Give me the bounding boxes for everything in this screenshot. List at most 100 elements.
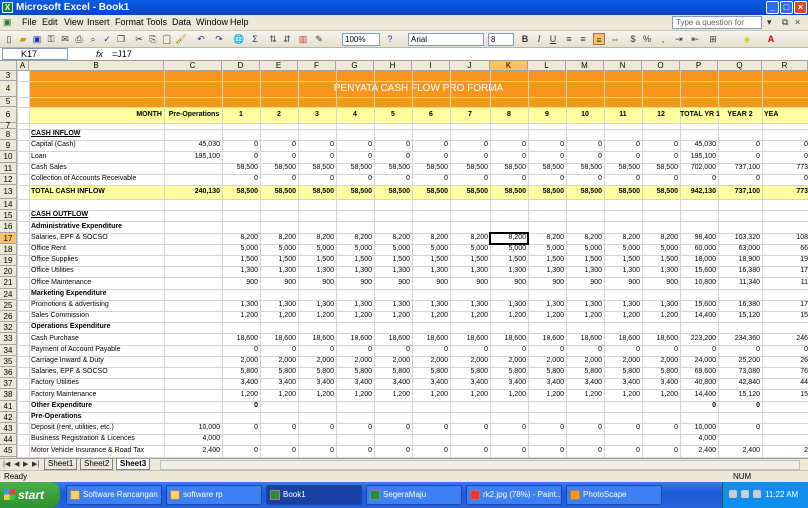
column-header-c[interactable]: C xyxy=(164,61,222,71)
formula-input[interactable]: =J17 xyxy=(112,48,132,60)
row-header[interactable]: 10 xyxy=(0,151,17,163)
task-segeramaju[interactable]: SegeraMaju xyxy=(366,485,462,505)
prev-sheet-icon[interactable]: ◀ xyxy=(14,460,19,468)
network-icon[interactable] xyxy=(729,490,737,498)
row-header[interactable]: 13 xyxy=(0,185,17,199)
align-center-icon[interactable]: ≡ xyxy=(577,33,589,45)
row-header[interactable]: 9 xyxy=(0,140,17,152)
row-header[interactable]: 37 xyxy=(0,378,17,390)
security-icon[interactable] xyxy=(753,490,761,498)
row-header[interactable]: 25 xyxy=(0,299,17,311)
column-header-b[interactable]: B xyxy=(29,61,164,71)
sort-ascending-icon[interactable]: ⇅ xyxy=(267,33,279,45)
help-icon[interactable]: ? xyxy=(384,33,396,45)
row-header[interactable]: 33 xyxy=(0,333,17,345)
column-header-d[interactable]: D xyxy=(222,61,260,71)
percent-button[interactable]: % xyxy=(641,33,653,45)
row-header[interactable]: 35 xyxy=(0,355,17,367)
task-software-rp[interactable]: software rp xyxy=(166,485,262,505)
new-icon[interactable]: ▯ xyxy=(3,33,15,45)
column-header-r[interactable]: R xyxy=(762,61,808,71)
tab-sheet3[interactable]: Sheet3 xyxy=(116,459,151,470)
column-header-e[interactable]: E xyxy=(260,61,298,71)
menu-file[interactable]: File xyxy=(22,17,37,27)
tab-sheet2[interactable]: Sheet2 xyxy=(80,459,114,470)
row-header[interactable]: 20 xyxy=(0,266,17,278)
restore-doc-icon[interactable]: ⧉ xyxy=(782,17,788,28)
font-size-select[interactable]: 8 xyxy=(488,33,514,46)
open-icon[interactable]: ▰ xyxy=(17,33,29,45)
menu-insert[interactable]: Insert xyxy=(87,17,110,27)
email-icon[interactable]: ✉ xyxy=(59,33,71,45)
row-header[interactable]: 44 xyxy=(0,434,17,446)
task-software-rancangan[interactable]: Software Rancangan ... xyxy=(66,485,162,505)
start-button[interactable]: start xyxy=(0,482,60,508)
column-header-f[interactable]: F xyxy=(298,61,336,71)
column-header-a[interactable]: A xyxy=(17,61,29,71)
fill-color-icon[interactable]: ◈ xyxy=(741,33,753,45)
help-dropdown-icon[interactable]: ▾ xyxy=(767,17,772,28)
hyperlink-icon[interactable]: 🌐 xyxy=(233,33,245,45)
row-header[interactable]: 15 xyxy=(0,210,17,222)
copy-icon[interactable]: ⎘ xyxy=(147,33,159,45)
row-header[interactable]: 4 xyxy=(0,81,17,97)
menu-data[interactable]: Data xyxy=(172,17,191,27)
task-book1[interactable]: Book1 xyxy=(266,485,362,505)
column-header-l[interactable]: L xyxy=(528,61,566,71)
row-header[interactable]: 11 xyxy=(0,162,17,174)
drawing-icon[interactable]: ✎ xyxy=(313,33,325,45)
select-all-corner[interactable] xyxy=(0,61,17,71)
align-right-icon[interactable]: ≡ xyxy=(593,33,605,45)
print-preview-icon[interactable]: ⌕ xyxy=(87,33,99,45)
row-header[interactable]: 12 xyxy=(0,173,17,185)
row-header[interactable]: 19 xyxy=(0,255,17,267)
row-header[interactable]: 43 xyxy=(0,423,17,435)
task-paint[interactable]: rk2.jpg (78%) - Paint... xyxy=(466,485,562,505)
row-header[interactable]: 24 xyxy=(0,288,17,300)
insert-function-icon[interactable]: fx xyxy=(96,48,103,60)
comma-style-icon[interactable]: , xyxy=(657,33,669,45)
menu-window[interactable]: Window xyxy=(196,17,228,27)
task-photoscape[interactable]: PhotoScape xyxy=(566,485,662,505)
menu-tools[interactable]: Tools xyxy=(146,17,167,27)
row-header[interactable]: 3 xyxy=(0,71,17,81)
increase-indent-icon[interactable]: ⇥ xyxy=(673,33,685,45)
borders-icon[interactable]: ⊞ xyxy=(707,33,719,45)
row-header[interactable]: 8 xyxy=(0,129,17,141)
undo-icon[interactable]: ↶ xyxy=(195,33,207,45)
close-doc-icon[interactable]: × xyxy=(795,17,800,27)
autosum-icon[interactable]: Σ xyxy=(249,33,261,45)
tab-sheet1[interactable]: Sheet1 xyxy=(44,459,78,470)
volume-icon[interactable] xyxy=(741,490,749,498)
row-header[interactable]: 41 xyxy=(0,400,17,412)
italic-button[interactable]: I xyxy=(533,33,545,45)
row-header[interactable]: 16 xyxy=(0,221,17,233)
menu-view[interactable]: View xyxy=(64,17,83,27)
document-icon[interactable]: ▣ xyxy=(3,17,12,28)
name-box[interactable]: K17 xyxy=(2,48,68,60)
cut-icon[interactable]: ✂ xyxy=(133,33,145,45)
column-header-k[interactable]: K xyxy=(490,61,528,71)
format-painter-icon[interactable]: 🖌 xyxy=(175,33,187,45)
column-header-h[interactable]: H xyxy=(374,61,412,71)
active-cell-k17[interactable] xyxy=(489,231,529,245)
row-header[interactable]: 42 xyxy=(0,411,17,423)
decrease-indent-icon[interactable]: ⇤ xyxy=(689,33,701,45)
first-sheet-icon[interactable]: |◀ xyxy=(3,460,10,468)
save-icon[interactable]: ▣ xyxy=(31,33,43,45)
row-header[interactable]: 45 xyxy=(0,445,17,457)
underline-button[interactable]: U xyxy=(547,33,559,45)
row-header[interactable]: 32 xyxy=(0,322,17,334)
row-header[interactable]: 34 xyxy=(0,344,17,356)
zoom-select[interactable]: 100% xyxy=(342,33,380,46)
research-icon[interactable]: ❐ xyxy=(115,33,127,45)
font-name-select[interactable]: Arial xyxy=(408,33,484,46)
chart-wizard-icon[interactable]: ▥ xyxy=(297,33,309,45)
row-header[interactable]: 17 xyxy=(0,232,17,244)
close-button[interactable]: × xyxy=(794,1,807,14)
next-sheet-icon[interactable]: ▶ xyxy=(23,460,28,468)
row-header[interactable]: 26 xyxy=(0,311,17,323)
spreadsheet-grid[interactable]: A B C D E F G H I J K L M N O P Q R 3 4 5 6 7 8 9 10 11 12 13 14 15 16 1… xyxy=(0,61,808,458)
minimize-button[interactable]: _ xyxy=(766,1,779,14)
sort-descending-icon[interactable]: ⇵ xyxy=(281,33,293,45)
